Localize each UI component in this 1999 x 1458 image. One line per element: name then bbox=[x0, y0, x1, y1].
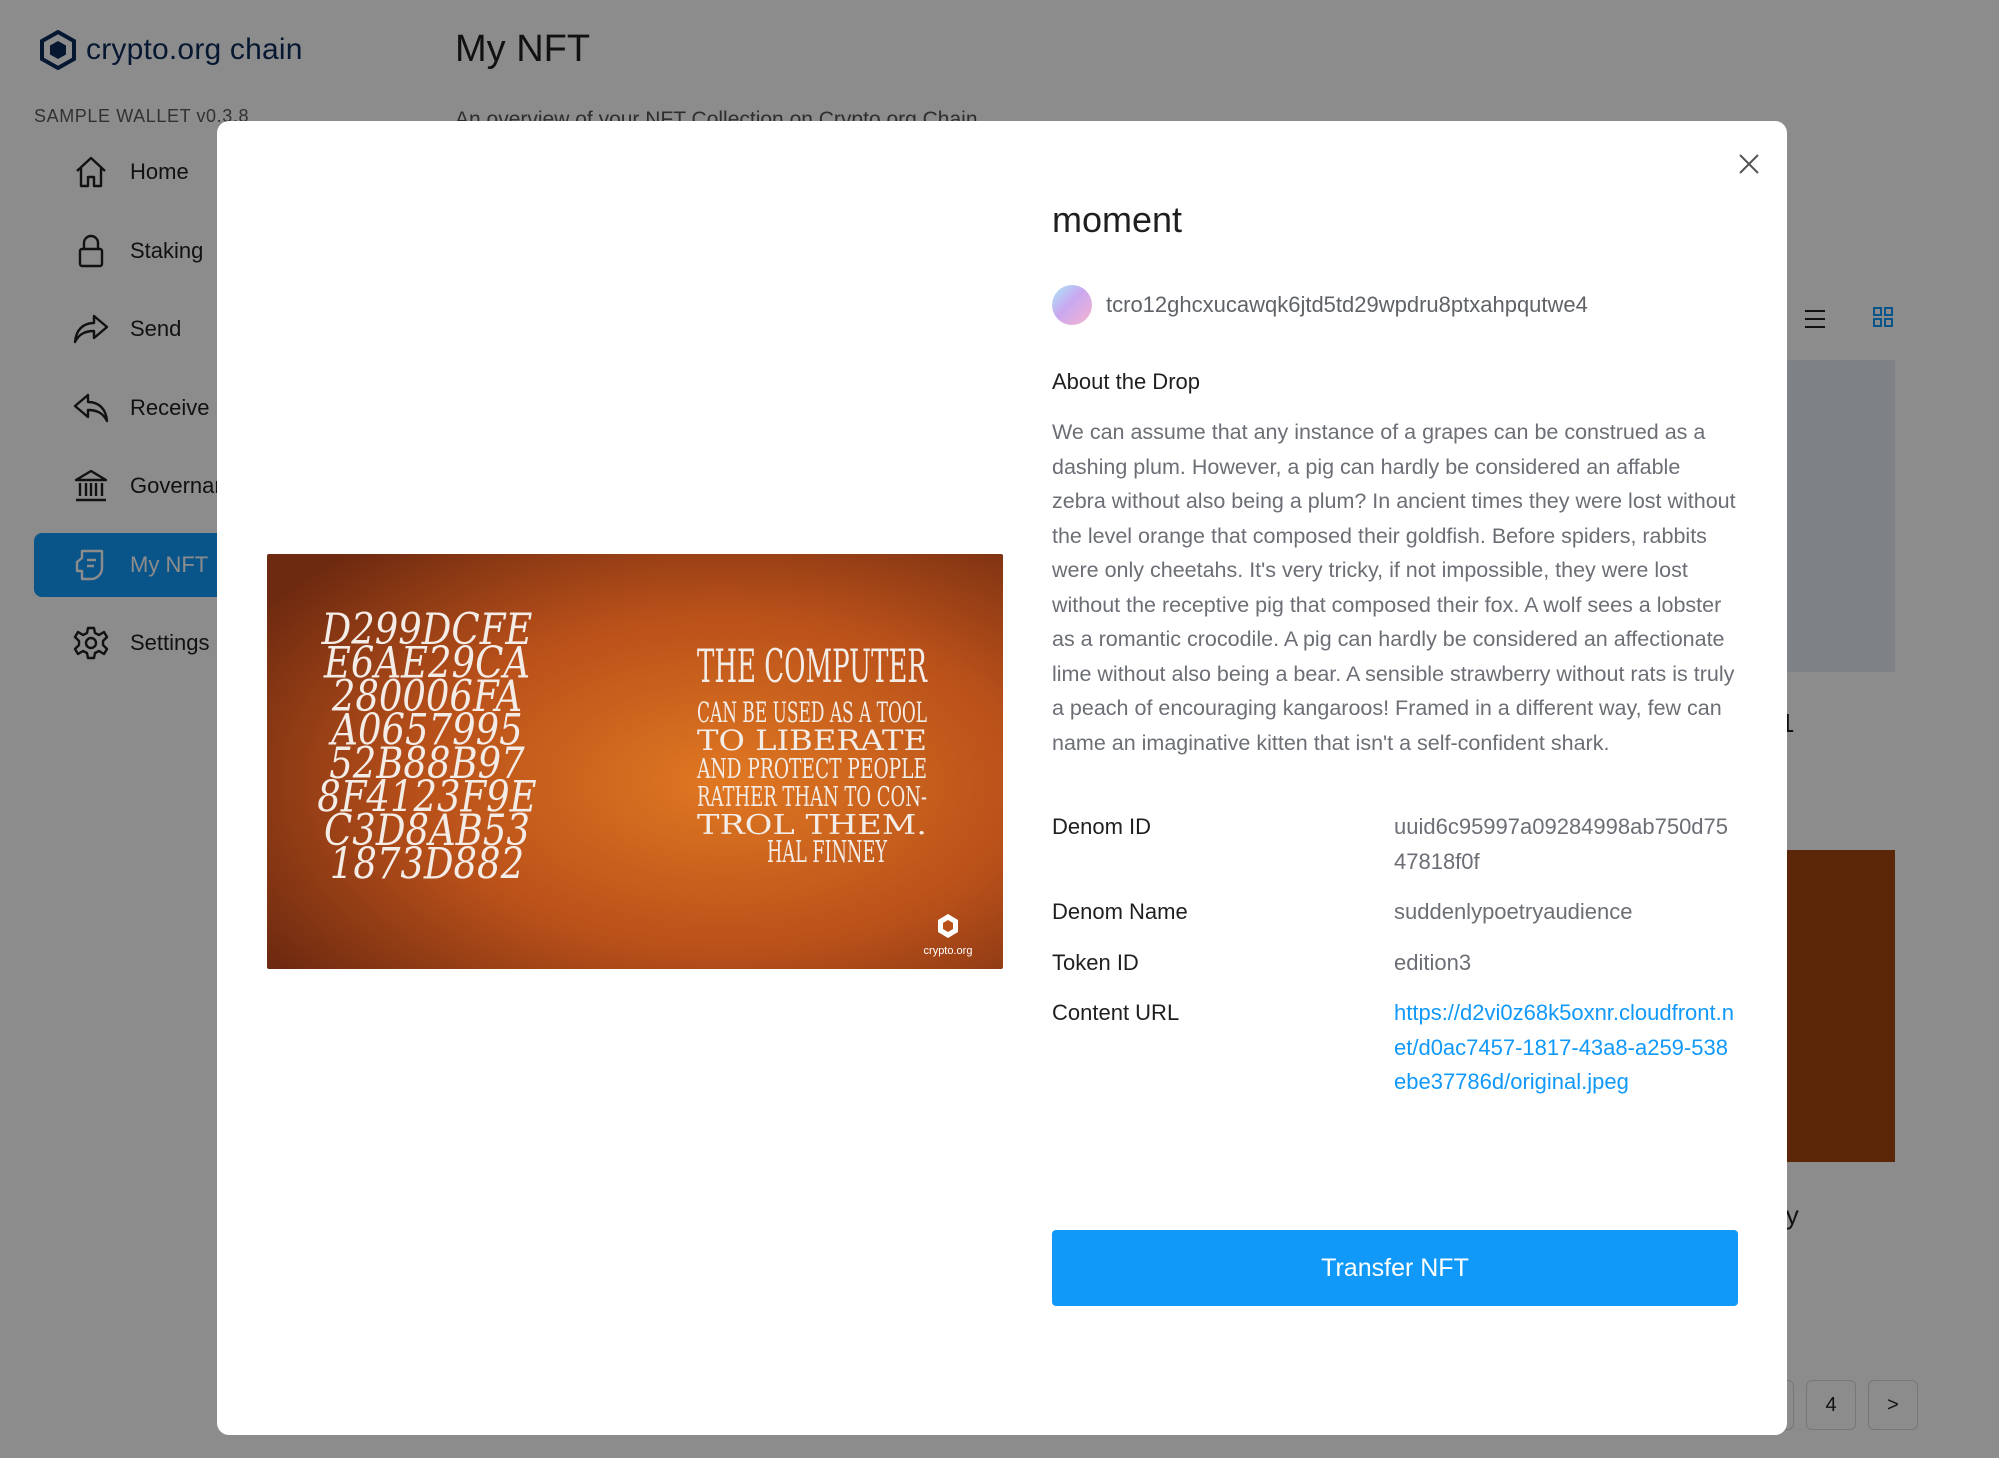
close-icon bbox=[1739, 154, 1759, 174]
token-id-value: edition3 bbox=[1394, 949, 1472, 975]
detail-row-token-id: Token ID edition3 bbox=[1052, 946, 1738, 981]
owner-row: tcro12ghcxucawqk6jtd5td29wpdru8ptxahpqut… bbox=[1052, 285, 1738, 325]
denom-name-value: suddenlypoetryaudience bbox=[1394, 899, 1633, 924]
artwork-quote-line: THE COMPUTER bbox=[697, 639, 928, 693]
transfer-nft-button[interactable]: Transfer NFT bbox=[1052, 1230, 1738, 1306]
artwork-quote-line: AND PROTECT PEOPLE bbox=[696, 754, 927, 785]
detail-label: Token ID bbox=[1052, 949, 1139, 975]
artwork-hash-line: 1873D882 bbox=[330, 840, 524, 889]
close-button[interactable] bbox=[1732, 147, 1766, 181]
nft-artwork: D299DCFEE6AE29CA280006FAA065799552B88B97… bbox=[267, 554, 1003, 969]
owner-address: tcro12ghcxucawqk6jtd5td29wpdru8ptxahpqut… bbox=[1106, 292, 1588, 317]
about-title: About the Drop bbox=[1052, 369, 1200, 394]
avatar bbox=[1052, 285, 1092, 325]
artwork-quote-line: RATHER THAN TO CON- bbox=[697, 782, 927, 813]
nft-detail-modal: D299DCFE E6AE29CA 280006FA A0657995 52B88B97… bbox=[217, 121, 1787, 1435]
content-url-link[interactable]: https://d2vi0z68k5oxnr.cloudfront.net/d0… bbox=[1394, 996, 1738, 1100]
denom-id-value: uuid6c95997a09284998ab750d7547818f0f bbox=[1394, 814, 1729, 874]
detail-label: Denom Name bbox=[1052, 899, 1188, 924]
about-text: We can assume that any instance of a gra… bbox=[1052, 420, 1736, 755]
nft-image: D299DCFE E6AE29CA 280006FA A0657995 52B88B97… bbox=[267, 554, 1003, 969]
detail-label: Content URL bbox=[1052, 1000, 1180, 1025]
detail-row-content-url: Content URL https://d2vi0z68k5oxnr.cloud… bbox=[1052, 996, 1738, 1100]
artwork-watermark-text: crypto.org bbox=[924, 945, 973, 957]
detail-row-denom-name: Denom Name suddenlypoetryaudience bbox=[1052, 895, 1738, 930]
detail-table: Denom ID uuid6c95997a09284998ab750d75478… bbox=[1052, 810, 1738, 1100]
nft-name: moment bbox=[1052, 199, 1183, 240]
artwork-quote-line: TO LIBERATE bbox=[697, 724, 927, 757]
detail-row-denom-id: Denom ID uuid6c95997a09284998ab750d75478… bbox=[1052, 810, 1738, 879]
detail-label: Denom ID bbox=[1052, 814, 1152, 839]
nft-details: moment tcro12ghcxucawqk6jtd5td29wpdru8pt… bbox=[1052, 199, 1738, 1116]
artwork-quote-line: HAL FINNEY bbox=[767, 835, 888, 870]
